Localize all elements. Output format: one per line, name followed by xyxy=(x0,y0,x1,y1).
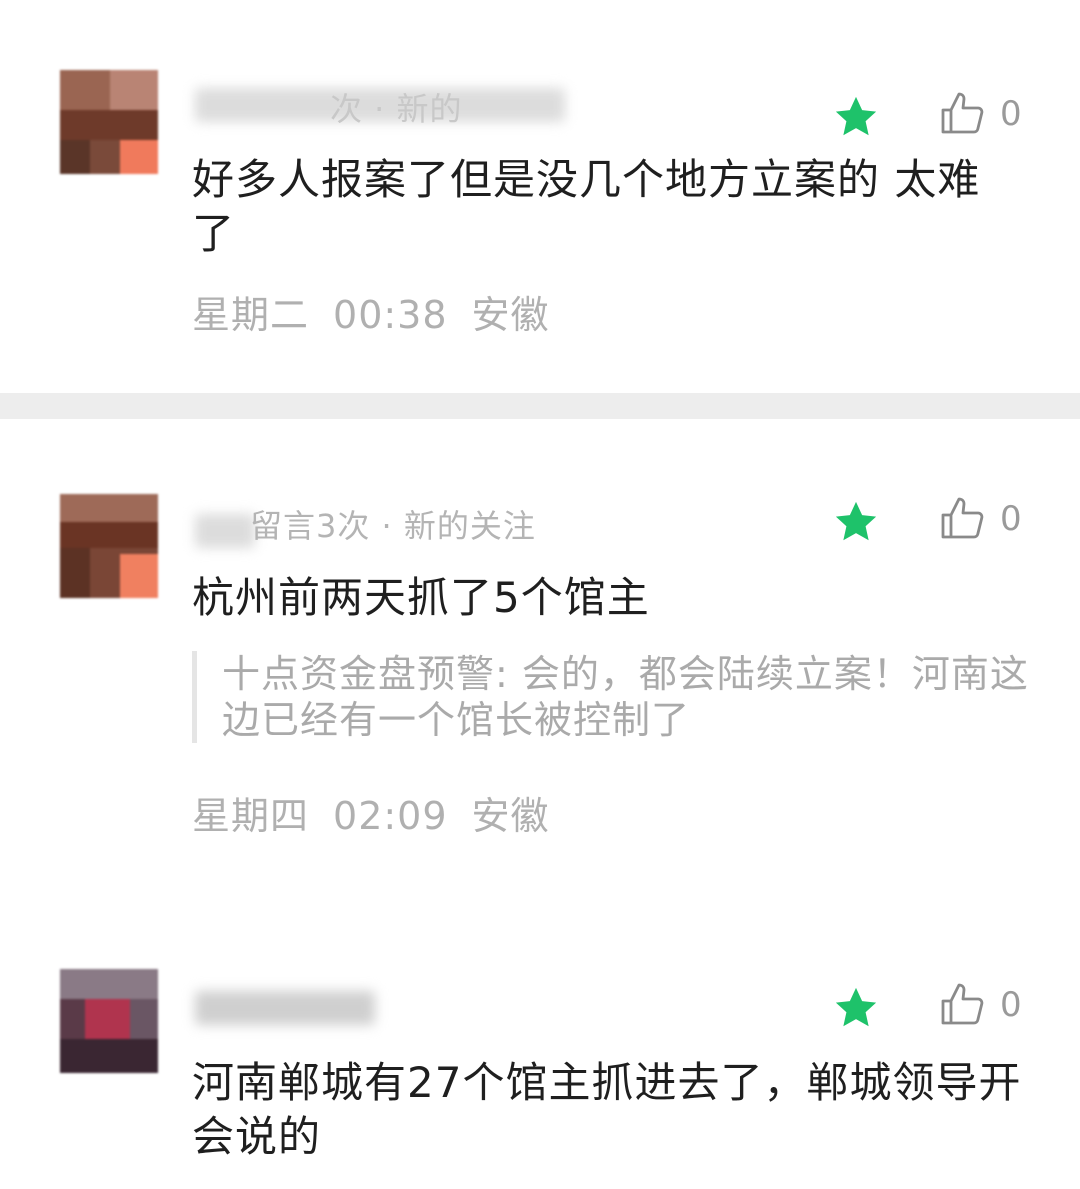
star-icon[interactable] xyxy=(832,94,880,140)
comment-meta: 留言3次 · 新的关注 xyxy=(250,507,536,545)
like-count: 0 xyxy=(1000,499,1022,539)
star-icon[interactable] xyxy=(832,985,880,1031)
comment-item: 次 · 新的 0 好多人报案了但是没几个地方立案的 太难了 星期二 00:38 安徽 xyxy=(0,0,1080,393)
avatar[interactable] xyxy=(60,969,158,1073)
thumbs-up-icon[interactable] xyxy=(938,981,988,1029)
comment-location: 安徽 xyxy=(471,293,550,337)
star-icon[interactable] xyxy=(832,499,880,545)
comment-time: 02:09 xyxy=(333,794,448,838)
comment-day: 星期二 xyxy=(192,293,310,337)
nickname-blurred xyxy=(195,514,255,548)
comment-location: 安徽 xyxy=(471,794,550,838)
comment-item: 留言3次 · 新的关注 0 杭州前两天抓了5个馆主 十点资金盘预警: 会的，都会… xyxy=(0,419,1080,919)
comment-text: 好多人报案了但是没几个地方立案的 太难了 xyxy=(192,155,981,258)
avatar[interactable] xyxy=(60,70,158,174)
comment-timestamp: 星期四 02:09 安徽 xyxy=(192,785,574,840)
avatar[interactable] xyxy=(60,494,158,598)
section-divider xyxy=(0,393,1080,419)
nickname-blurred xyxy=(195,991,375,1025)
comment-timestamp: 星期二 00:38 安徽 xyxy=(192,284,574,339)
author-reply: 十点资金盘预警: 会的，都会陆续立案！河南这边已经有一个馆长被控制了 xyxy=(192,651,1042,743)
like-count: 0 xyxy=(1000,985,1022,1025)
comment-text: 河南郸城有27个馆主抓进去了，郸城领导开会说的 xyxy=(192,1058,1022,1161)
thumbs-up-icon[interactable] xyxy=(938,90,988,138)
like-count: 0 xyxy=(1000,94,1022,134)
comment-day: 星期四 xyxy=(192,794,310,838)
comment-time: 00:38 xyxy=(333,293,448,337)
comment-meta: 次 · 新的 xyxy=(330,90,463,128)
comment-text: 杭州前两天抓了5个馆主 xyxy=(192,573,650,622)
comment-item: 0 河南郸城有27个馆主抓进去了，郸城领导开会说的 xyxy=(0,919,1080,1189)
thumbs-up-icon[interactable] xyxy=(938,495,988,543)
